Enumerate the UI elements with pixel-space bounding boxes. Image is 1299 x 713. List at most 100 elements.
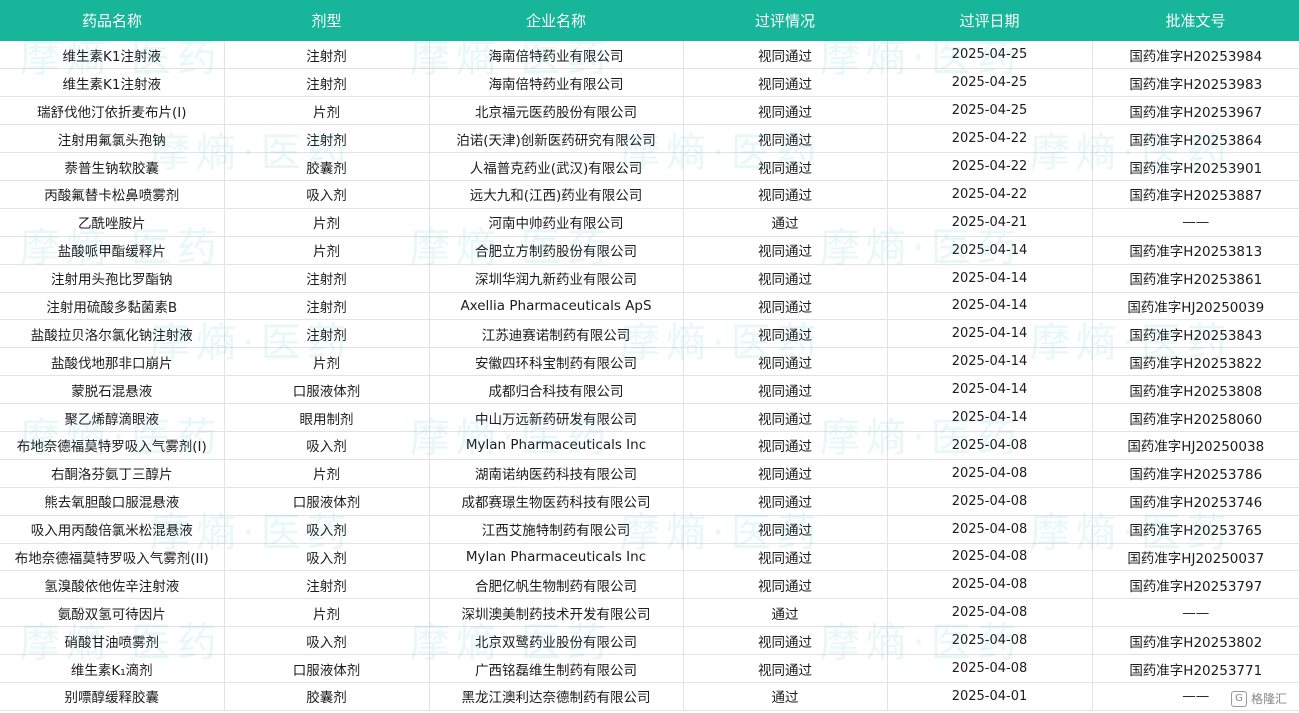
table-row[interactable]: 注射用硫酸多黏菌素B 注射剂 Axellia Pharmaceuticals ApS… bbox=[0, 292, 1299, 321]
review-status-cell: 视同通过 bbox=[683, 459, 888, 488]
header-approval-number[interactable]: 批准文号 bbox=[1092, 0, 1299, 41]
drug-name-cell: 硝酸甘油喷雾剂 bbox=[0, 626, 225, 656]
table-row[interactable]: 盐酸伐地那非口崩片 片剂 安徽四环科宝制药有限公司 视同通过 2025-04-14 国药准… bbox=[0, 347, 1299, 377]
dosage-form-cell: 吸入剂 bbox=[224, 543, 430, 572]
review-date-cell: 2025-04-14 bbox=[887, 319, 1093, 349]
corner-badge: G 格隆汇 bbox=[1226, 689, 1291, 708]
table-row[interactable]: 熊去氧胆酸口服混悬液 口服液体剂 成都赛璟生物医药科技有限公司 视同通过 2025-04… bbox=[0, 487, 1299, 516]
review-date-cell: 2025-04-14 bbox=[887, 403, 1093, 432]
glh-logo-icon: G bbox=[1230, 690, 1247, 707]
approval-number-cell: 国药准字H20253746 bbox=[1092, 487, 1299, 516]
drug-name-cell: 盐酸拉贝洛尔氯化钠注射液 bbox=[0, 319, 225, 349]
company-name-cell: 北京双鹭药业股份有限公司 bbox=[429, 626, 684, 656]
review-date-cell: 2025-04-22 bbox=[887, 180, 1093, 209]
table-row[interactable]: 别嘌醇缓释胶囊 胶囊剂 黑龙江澳利达奈德制药有限公司 通过 2025-04-01 —— bbox=[0, 682, 1299, 711]
review-status-cell: 视同通过 bbox=[683, 96, 888, 126]
review-date-cell: 2025-04-22 bbox=[887, 152, 1093, 181]
dosage-form-cell: 吸入剂 bbox=[224, 180, 430, 209]
review-status-cell: 视同通过 bbox=[683, 515, 888, 544]
table-row[interactable]: 布地奈德福莫特罗吸入气雾剂(II) 吸入剂 Mylan Pharmaceutical… bbox=[0, 543, 1299, 572]
company-name-cell: 海南倍特药业有限公司 bbox=[429, 41, 684, 70]
drug-name-cell: 维生素K1注射液 bbox=[0, 68, 225, 98]
company-name-cell: 人福普克药业(武汉)有限公司 bbox=[429, 152, 684, 181]
review-date-cell: 2025-04-14 bbox=[887, 264, 1093, 293]
drug-name-cell: 维生素K1注射液 bbox=[0, 41, 225, 70]
table-row[interactable]: 乙酰唑胺片 片剂 河南中帅药业有限公司 通过 2025-04-21 —— bbox=[0, 208, 1299, 237]
drug-name-cell: 瑞舒伐他汀依折麦布片(I) bbox=[0, 96, 225, 126]
company-name-cell: 深圳澳美制药技术开发有限公司 bbox=[429, 598, 684, 628]
table-row[interactable]: 右酮洛芬氨丁三醇片 片剂 湖南诺纳医药科技有限公司 视同通过 2025-04-08 国药准… bbox=[0, 459, 1299, 488]
table-row[interactable]: 布地奈德福莫特罗吸入气雾剂(I) 吸入剂 Mylan Pharmaceuticals… bbox=[0, 431, 1299, 460]
dosage-form-cell: 片剂 bbox=[224, 236, 430, 265]
header-review-status[interactable]: 过评情况 bbox=[683, 0, 887, 41]
company-name-cell: 北京福元医药股份有限公司 bbox=[429, 96, 684, 126]
table-row[interactable]: 丙酸氟替卡松鼻喷雾剂 吸入剂 远大九和(江西)药业有限公司 视同通过 2025-04-2… bbox=[0, 180, 1299, 209]
approval-number-cell: 国药准字H20253771 bbox=[1092, 654, 1299, 683]
review-date-cell: 2025-04-25 bbox=[887, 96, 1093, 126]
review-date-cell: 2025-04-22 bbox=[887, 124, 1093, 154]
review-status-cell: 视同通过 bbox=[683, 292, 888, 321]
table-row[interactable]: 维生素K1注射液 注射剂 海南倍特药业有限公司 视同通过 2025-04-25 国药准字H… bbox=[0, 68, 1299, 98]
table-row[interactable]: 注射用氟氯头孢钠 注射剂 泊诺(天津)创新医药研究有限公司 视同通过 2025-04-2… bbox=[0, 124, 1299, 154]
review-status-cell: 视同通过 bbox=[683, 375, 888, 405]
company-name-cell: 黑龙江澳利达奈德制药有限公司 bbox=[429, 682, 684, 711]
drug-name-cell: 氨酚双氢可待因片 bbox=[0, 598, 225, 628]
company-name-cell: 成都归合科技有限公司 bbox=[429, 375, 684, 405]
data-table-container: 药品名称 剂型 企业名称 过评情况 过评日期 批准文号 维生素K1注射液 注射剂海… bbox=[0, 0, 1299, 713]
drug-name-cell: 注射用硫酸多黏菌素B bbox=[0, 292, 225, 321]
review-date-cell: 2025-04-25 bbox=[887, 68, 1093, 98]
review-date-cell: 2025-04-08 bbox=[887, 654, 1093, 683]
drug-name-cell: 布地奈德福莫特罗吸入气雾剂(II) bbox=[0, 543, 225, 572]
drug-name-cell: 吸入用丙酸倍氯米松混悬液 bbox=[0, 515, 225, 544]
table-row[interactable]: 硝酸甘油喷雾剂 吸入剂 北京双鹭药业股份有限公司 视同通过 2025-04-08 国药准字… bbox=[0, 626, 1299, 656]
approval-number-cell: 国药准字H20253887 bbox=[1092, 180, 1299, 209]
table-row[interactable]: 萘普生钠软胶囊 胶囊剂 人福普克药业(武汉)有限公司 视同通过 2025-04-22 国药… bbox=[0, 152, 1299, 181]
company-name-cell: 广西铭磊维生制药有限公司 bbox=[429, 654, 684, 683]
dosage-form-cell: 吸入剂 bbox=[224, 515, 430, 544]
company-name-cell: 江苏迪赛诺制药有限公司 bbox=[429, 319, 684, 349]
drug-approval-table: 药品名称 剂型 企业名称 过评情况 过评日期 批准文号 维生素K1注射液 注射剂海… bbox=[0, 0, 1299, 711]
approval-number-cell: —— bbox=[1092, 598, 1299, 628]
review-date-cell: 2025-04-14 bbox=[887, 347, 1093, 377]
approval-number-cell: 国药准字H20253802 bbox=[1092, 626, 1299, 656]
review-status-cell: 视同通过 bbox=[683, 570, 888, 600]
dosage-form-cell: 片剂 bbox=[224, 459, 430, 488]
company-name-cell: 海南倍特药业有限公司 bbox=[429, 68, 684, 98]
table-row[interactable]: 蒙脱石混悬液 口服液体剂 成都归合科技有限公司 视同通过 2025-04-14 国药准字H… bbox=[0, 375, 1299, 405]
header-drug-name[interactable]: 药品名称 bbox=[0, 0, 224, 41]
header-review-date[interactable]: 过评日期 bbox=[887, 0, 1092, 41]
approval-number-cell: 国药准字H20253822 bbox=[1092, 347, 1299, 377]
table-row[interactable]: 维生素K₁滴剂 口服液体剂 广西铭磊维生制药有限公司 视同通过 2025-04-08 国药… bbox=[0, 654, 1299, 683]
review-date-cell: 2025-04-08 bbox=[887, 459, 1093, 488]
table-row[interactable]: 盐酸哌甲酯缓释片 片剂 合肥立方制药股份有限公司 视同通过 2025-04-14 国药准字… bbox=[0, 236, 1299, 265]
approval-number-cell: 国药准字H20253843 bbox=[1092, 319, 1299, 349]
dosage-form-cell: 片剂 bbox=[224, 208, 430, 237]
review-status-cell: 通过 bbox=[683, 598, 888, 628]
dosage-form-cell: 吸入剂 bbox=[224, 431, 430, 460]
drug-name-cell: 别嘌醇缓释胶囊 bbox=[0, 682, 225, 711]
review-date-cell: 2025-04-01 bbox=[887, 682, 1093, 711]
table-row[interactable]: 吸入用丙酸倍氯米松混悬液 吸入剂 江西艾施特制药有限公司 视同通过 2025-04-08… bbox=[0, 515, 1299, 544]
review-status-cell: 视同通过 bbox=[683, 431, 888, 460]
dosage-form-cell: 吸入剂 bbox=[224, 626, 430, 656]
table-row[interactable]: 聚乙烯醇滴眼液 眼用制剂 中山万远新药研发有限公司 视同通过 2025-04-14 国药准… bbox=[0, 403, 1299, 432]
table-row[interactable]: 氨酚双氢可待因片 片剂 深圳澳美制药技术开发有限公司 通过 2025-04-08 —— bbox=[0, 598, 1299, 628]
company-name-cell: 合肥立方制药股份有限公司 bbox=[429, 236, 684, 265]
header-company-name[interactable]: 企业名称 bbox=[429, 0, 683, 41]
review-date-cell: 2025-04-08 bbox=[887, 515, 1093, 544]
company-name-cell: 远大九和(江西)药业有限公司 bbox=[429, 180, 684, 209]
header-dosage-form[interactable]: 剂型 bbox=[224, 0, 429, 41]
table-row[interactable]: 瑞舒伐他汀依折麦布片(I) 片剂 北京福元医药股份有限公司 视同通过 2025-04-2… bbox=[0, 96, 1299, 126]
dosage-form-cell: 口服液体剂 bbox=[224, 654, 430, 683]
drug-name-cell: 萘普生钠软胶囊 bbox=[0, 152, 225, 181]
table-row[interactable]: 氢溴酸依他佐辛注射液 注射剂 合肥亿帆生物制药有限公司 视同通过 2025-04-08 国… bbox=[0, 570, 1299, 600]
table-row[interactable]: 注射用头孢比罗酯钠 注射剂 深圳华润九新药业有限公司 视同通过 2025-04-14 国药… bbox=[0, 264, 1299, 293]
dosage-form-cell: 眼用制剂 bbox=[224, 403, 430, 432]
approval-number-cell: —— bbox=[1092, 208, 1299, 237]
review-date-cell: 2025-04-25 bbox=[887, 41, 1093, 70]
table-row[interactable]: 维生素K1注射液 注射剂 海南倍特药业有限公司 视同通过 2025-04-25 国药准字H… bbox=[0, 41, 1299, 70]
approval-number-cell: 国药准字H20253864 bbox=[1092, 124, 1299, 154]
table-row[interactable]: 盐酸拉贝洛尔氯化钠注射液 注射剂 江苏迪赛诺制药有限公司 视同通过 2025-04-14… bbox=[0, 319, 1299, 349]
review-date-cell: 2025-04-08 bbox=[887, 626, 1093, 656]
company-name-cell: Axellia Pharmaceuticals ApS bbox=[429, 292, 684, 321]
